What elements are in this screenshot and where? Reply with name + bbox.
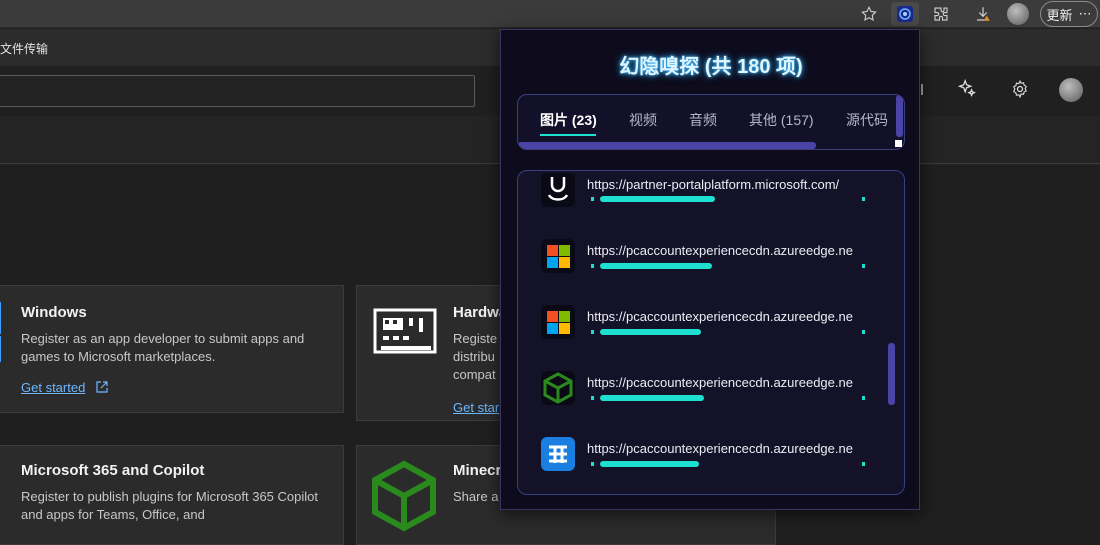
- blue-grid-logo-icon: [541, 437, 575, 471]
- browser-toolbar: 更新 ⋯: [0, 0, 1100, 28]
- tab-video[interactable]: 视频: [629, 110, 657, 130]
- resource-item[interactable]: https://pcaccountexperiencecdn.azureedge…: [518, 301, 898, 367]
- active-tab-underline: [540, 134, 596, 136]
- tab-source-code[interactable]: 源代码: [846, 110, 888, 130]
- scroll-corner: [895, 140, 902, 147]
- card-title: Minecr: [453, 462, 502, 479]
- resource-item[interactable]: https://pcaccountexperiencecdn.azureedge…: [518, 433, 898, 494]
- more-icon: ⋯: [1078, 6, 1092, 21]
- tab-images[interactable]: 图片 (23): [540, 110, 597, 130]
- resource-item[interactable]: https://pcaccountexperiencecdn.azureedge…: [518, 235, 898, 301]
- profile-avatar[interactable]: [1006, 2, 1030, 26]
- card-title: Microsoft 365 and Copilot: [21, 462, 205, 479]
- card-windows[interactable]: Windows Register as an app developer to …: [0, 285, 344, 413]
- get-started-link[interactable]: Get started: [21, 380, 85, 395]
- card-description: Register to publish plugins for Microsof…: [21, 489, 318, 522]
- resource-progress: [591, 263, 865, 269]
- resource-url: https://pcaccountexperiencecdn.azureedge…: [587, 309, 853, 324]
- card-microsoft-365[interactable]: Microsoft 365 and Copilot Register to pu…: [0, 445, 344, 545]
- resource-url: https://partner-portalplatform.microsoft…: [587, 177, 840, 192]
- list-vertical-scrollbar[interactable]: [888, 343, 895, 405]
- media-type-tabs: 图片 (23) 视频 音频 其他 (157) 源代码: [517, 94, 905, 150]
- card-description: Register as an app developer to submit a…: [21, 331, 305, 364]
- update-label: 更新: [1046, 7, 1073, 23]
- settings-gear-icon[interactable]: [1010, 79, 1030, 104]
- card-title: Windows: [21, 304, 87, 321]
- site-search-input[interactable]: [0, 75, 475, 107]
- hardware-chip-icon: [373, 308, 437, 359]
- site-avatar[interactable]: [1059, 78, 1083, 102]
- resource-item[interactable]: https://pcaccountexperiencecdn.azureedge…: [518, 367, 898, 433]
- tabs-horizontal-scrollbar[interactable]: [518, 142, 816, 149]
- minecraft-logo-icon: [541, 371, 575, 405]
- card-accent-bar: [0, 336, 1, 362]
- microsoft-logo-icon: [541, 239, 575, 273]
- tabs-vertical-scrollbar[interactable]: [896, 95, 903, 137]
- downloads-icon[interactable]: [972, 2, 994, 26]
- partner-logo-icon: [541, 173, 575, 207]
- resource-url: https://pcaccountexperiencecdn.azureedge…: [587, 243, 853, 258]
- extensions-puzzle-icon[interactable]: [930, 2, 952, 26]
- resource-item[interactable]: https://partner-portalplatform.microsoft…: [518, 171, 898, 235]
- tab-audio[interactable]: 音频: [689, 110, 717, 130]
- external-link-icon: [95, 380, 109, 399]
- popup-title: 幻隐嗅探 (共 180 项): [619, 56, 803, 78]
- resource-progress: [591, 395, 865, 401]
- resource-url: https://pcaccountexperiencecdn.azureedge…: [587, 441, 853, 456]
- favorite-star-icon[interactable]: [858, 2, 880, 26]
- update-button[interactable]: 更新 ⋯: [1040, 1, 1098, 27]
- minecraft-block-icon: [371, 460, 437, 537]
- favorite-item-file-transfer[interactable]: 文件传输: [0, 40, 48, 57]
- resource-progress: [591, 196, 865, 202]
- resource-progress: [591, 329, 865, 335]
- card-accent-bar: [0, 302, 1, 334]
- sniffer-extension-popup: 幻隐嗅探 (共 180 项) 图片 (23) 视频 音频 其他 (157) 源代…: [500, 29, 920, 510]
- resource-progress: [591, 461, 865, 467]
- tab-other[interactable]: 其他 (157): [749, 110, 814, 130]
- resource-url: https://pcaccountexperiencecdn.azureedge…: [587, 375, 853, 390]
- card-description: Registe distribu compat: [453, 331, 498, 382]
- resource-list: https://partner-portalplatform.microsoft…: [517, 170, 905, 495]
- microsoft-logo-icon: [541, 305, 575, 339]
- sniffer-extension-icon[interactable]: [891, 2, 919, 26]
- get-started-link[interactable]: Get star: [453, 400, 499, 415]
- copilot-sparkle-icon[interactable]: [956, 78, 978, 105]
